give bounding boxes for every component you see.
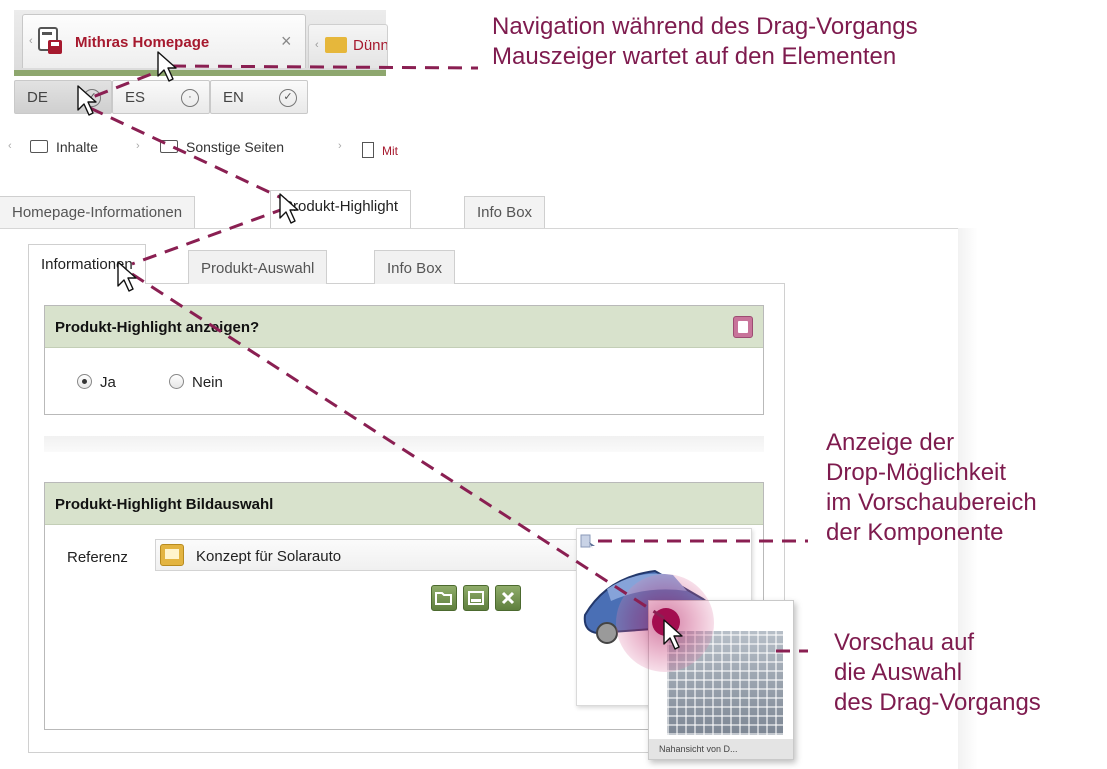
callout-preview: Vorschau auf die Auswahl des Drag-Vorgan… [834, 629, 1041, 716]
connector-subtab-drop [131, 272, 665, 620]
connector-tab-subtab [131, 206, 287, 266]
callout-drop: Anzeige der Drop-Möglichkeit im Vorschau… [826, 429, 1037, 546]
cursor-arrow-icon [117, 261, 137, 292]
callout-nav: Navigation während des Drag-Vorgangs Mau… [492, 13, 918, 70]
connector-lang-tab [89, 106, 287, 202]
cursor-arrow-icon [157, 51, 177, 82]
cursor-arrow-icon [279, 193, 299, 224]
connector-nav [171, 64, 479, 70]
cursor-arrow-icon [663, 619, 683, 650]
